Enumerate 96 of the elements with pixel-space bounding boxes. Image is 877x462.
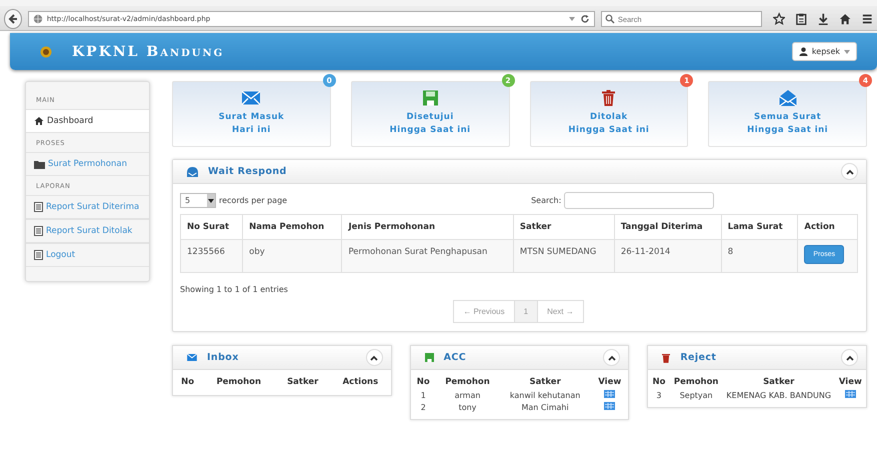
user-menu-button[interactable]: kepsek (792, 42, 857, 61)
column-header: Pemohon (672, 376, 720, 389)
table-cell-text: Septyan (678, 390, 714, 401)
table-cell-text: KEMENAG KAB. BANDUNG (725, 390, 832, 401)
stat-subtitle: Hingga Saat ini (390, 125, 471, 135)
next-button[interactable]: Next → (537, 300, 584, 323)
stat-title: Semua Surat (754, 112, 822, 122)
caret-icon (208, 198, 214, 202)
table-cell-text: tony (458, 402, 478, 413)
globe-icon (32, 14, 43, 24)
download-icon[interactable] (818, 12, 828, 26)
open-envelope-icon (778, 90, 797, 106)
search-label: Search: (531, 196, 562, 205)
column-header: Satker (286, 376, 320, 389)
sidebar-item[interactable]: Surat Permohonan (26, 152, 149, 176)
table-cell-text: Man Cimahi (520, 402, 570, 413)
table-cell-text: arman (454, 390, 482, 401)
home-icon[interactable] (839, 12, 852, 26)
column-header: Satker (513, 214, 614, 240)
table-cell: oby (242, 240, 342, 272)
clipboard-icon[interactable] (796, 12, 807, 26)
table-cell: 1235566 (180, 240, 243, 272)
column-header: Jenis Permohonan (342, 214, 514, 240)
panel-title: Wait Respond (208, 166, 288, 177)
list-icon (34, 202, 43, 212)
page-size-select[interactable]: 5 (180, 193, 216, 208)
collapse-button[interactable] (603, 349, 620, 366)
panel-title: Reject (680, 352, 718, 363)
stat-title: Ditolak (590, 112, 628, 122)
list-icon (34, 250, 43, 260)
table-cell: 8 (721, 240, 798, 272)
column-header: Satker (528, 376, 562, 389)
collapse-button[interactable] (841, 349, 858, 366)
caret-icon (844, 50, 850, 54)
column-header: View (597, 376, 622, 389)
column-header: No (416, 376, 431, 389)
table-cell-text: 1 (420, 390, 427, 401)
back-button[interactable] (4, 9, 22, 29)
page-button[interactable]: 1 (514, 300, 538, 323)
view-icon[interactable] (604, 390, 616, 398)
user-icon (798, 47, 808, 56)
panel-title: ACC (444, 352, 468, 363)
search-field[interactable] (564, 192, 714, 209)
envelope-icon (187, 354, 197, 361)
sidebar-item[interactable]: Dashboard (26, 109, 149, 133)
column-header: Satker (762, 376, 796, 389)
page-size-label: records per page (219, 196, 288, 205)
chevron-up-icon (846, 168, 854, 174)
sidebar-item[interactable]: Report Surat Ditolak (26, 219, 149, 243)
sidebar-item[interactable]: Report Surat Diterima (26, 195, 149, 219)
column-header: No (180, 376, 196, 389)
column-header: View (838, 376, 863, 389)
entries-info: Showing 1 to 1 of 1 entries (180, 285, 289, 294)
reload-icon[interactable] (580, 14, 590, 24)
view-icon[interactable] (844, 390, 856, 398)
column-header: No Surat (180, 214, 243, 240)
table-cell-text: 3 (655, 390, 662, 401)
table-cell-text: kanwil kehutanan (508, 390, 582, 401)
column-header: No (651, 376, 666, 389)
trash-icon (602, 90, 616, 106)
back-arrow-icon (6, 13, 19, 25)
chevron-up-icon (370, 354, 378, 360)
floppy-icon (422, 90, 438, 106)
site-title: KPKNL Bandung (72, 44, 226, 60)
table-cell-text: 2 (420, 402, 427, 413)
star-icon[interactable] (772, 12, 786, 26)
folder-icon (34, 160, 45, 168)
menu-icon[interactable] (862, 13, 873, 25)
trash-icon (662, 352, 670, 362)
stat-subtitle: Hingga Saat ini (747, 125, 828, 135)
floppy-icon (424, 353, 434, 362)
column-header: Tanggal Diterima (614, 214, 722, 240)
column-header: Actions (342, 376, 380, 389)
collapse-button[interactable] (366, 349, 383, 366)
column-header: Pemohon (444, 376, 491, 389)
previous-button[interactable]: ← Previous (453, 300, 515, 323)
stat-subtitle: Hari ini (232, 125, 271, 135)
table-cell: 26-11-2014 (614, 240, 722, 272)
envelope-icon (242, 90, 260, 106)
stat-title: Surat Masuk (218, 112, 284, 122)
column-header: Pemohon (215, 376, 262, 389)
table-cell: Permohonan Surat Penghapusan (342, 240, 514, 272)
view-icon[interactable] (604, 402, 616, 410)
collapse-button[interactable] (841, 163, 858, 180)
home-icon (34, 116, 44, 126)
panel-title: Inbox (207, 352, 240, 363)
sidebar-item[interactable]: Logout (26, 243, 149, 267)
table-cell: MTSN SUMEDANG (513, 240, 614, 272)
search-icon (604, 14, 615, 24)
chevron-up-icon (846, 354, 854, 360)
list-icon (34, 226, 43, 236)
chevron-up-icon (608, 354, 616, 360)
emblem-icon (40, 46, 52, 58)
dropdown-icon[interactable] (568, 16, 576, 22)
stat-title: Disetujui (406, 112, 454, 122)
stat-subtitle: Hingga Saat ini (568, 125, 650, 135)
